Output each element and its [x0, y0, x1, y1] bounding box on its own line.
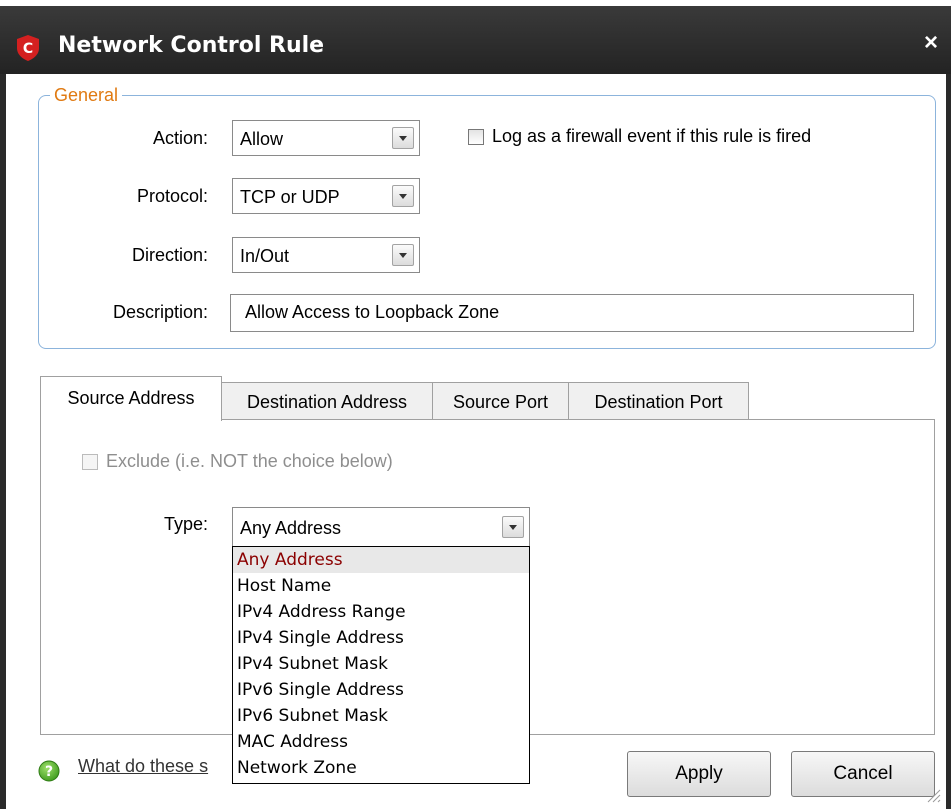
action-label: Action:	[152, 128, 208, 148]
network-control-rule-dialog: C Network Control Rule × General Action:…	[0, 0, 951, 809]
type-label: Type:	[163, 514, 208, 534]
direction-label: Direction:	[131, 245, 208, 265]
tab-source-address[interactable]: Source Address	[40, 376, 222, 421]
protocol-select[interactable]: TCP or UDP	[232, 178, 420, 214]
type-select[interactable]: Any Address	[232, 507, 530, 547]
tab-destination-port[interactable]: Destination Port	[568, 382, 749, 420]
type-select-value: Any Address	[240, 518, 342, 538]
chevron-down-icon[interactable]	[502, 516, 524, 538]
option-ipv4-single-address[interactable]: IPv4 Single Address	[233, 625, 529, 651]
general-group-legend: General	[50, 85, 123, 106]
description-input[interactable]: Allow Access to Loopback Zone	[230, 294, 914, 332]
help-link[interactable]: What do these s	[78, 756, 208, 777]
apply-button[interactable]: Apply	[627, 751, 771, 797]
comodo-logo-icon: C	[17, 35, 39, 61]
action-select[interactable]: Allow	[232, 120, 420, 156]
tab-destination-address[interactable]: Destination Address	[221, 382, 433, 420]
protocol-select-value: TCP or UDP	[240, 187, 340, 207]
question-icon[interactable]: ?	[38, 760, 60, 782]
direction-select[interactable]: In/Out	[232, 237, 420, 273]
option-network-zone[interactable]: Network Zone	[233, 755, 529, 781]
chevron-down-icon[interactable]	[392, 244, 414, 266]
title-bar[interactable]: C Network Control Rule ×	[0, 6, 951, 74]
resize-grip-icon[interactable]	[925, 787, 941, 803]
direction-select-value: In/Out	[240, 246, 290, 266]
chevron-down-icon[interactable]	[392, 185, 414, 207]
option-any-address[interactable]: Any Address	[233, 547, 529, 573]
close-button[interactable]: ×	[918, 30, 944, 56]
option-ipv4-subnet-mask[interactable]: IPv4 Subnet Mask	[233, 651, 529, 677]
protocol-label: Protocol:	[136, 186, 208, 206]
option-ipv6-single-address[interactable]: IPv6 Single Address	[233, 677, 529, 703]
log-firewall-event-label[interactable]: Log as a firewall event if this rule is …	[492, 126, 811, 147]
type-dropdown-list[interactable]: Any Address Host Name IPv4 Address Range…	[232, 546, 530, 784]
exclude-checkbox[interactable]	[82, 454, 98, 470]
svg-text:C: C	[23, 41, 33, 57]
description-label: Description:	[112, 302, 208, 322]
log-firewall-event-checkbox[interactable]	[468, 129, 484, 145]
chevron-down-icon[interactable]	[392, 127, 414, 149]
window-title: Network Control Rule	[58, 33, 325, 58]
option-ipv6-subnet-mask[interactable]: IPv6 Subnet Mask	[233, 703, 529, 729]
option-host-name[interactable]: Host Name	[233, 573, 529, 599]
option-mac-address[interactable]: MAC Address	[233, 729, 529, 755]
tab-source-port[interactable]: Source Port	[432, 382, 569, 420]
svg-text:?: ?	[45, 764, 53, 780]
action-select-value: Allow	[240, 129, 284, 149]
option-ipv4-address-range[interactable]: IPv4 Address Range	[233, 599, 529, 625]
cancel-button[interactable]: Cancel	[791, 751, 935, 797]
description-input-value: Allow Access to Loopback Zone	[245, 302, 500, 322]
exclude-label: Exclude (i.e. NOT the choice below)	[106, 451, 393, 471]
